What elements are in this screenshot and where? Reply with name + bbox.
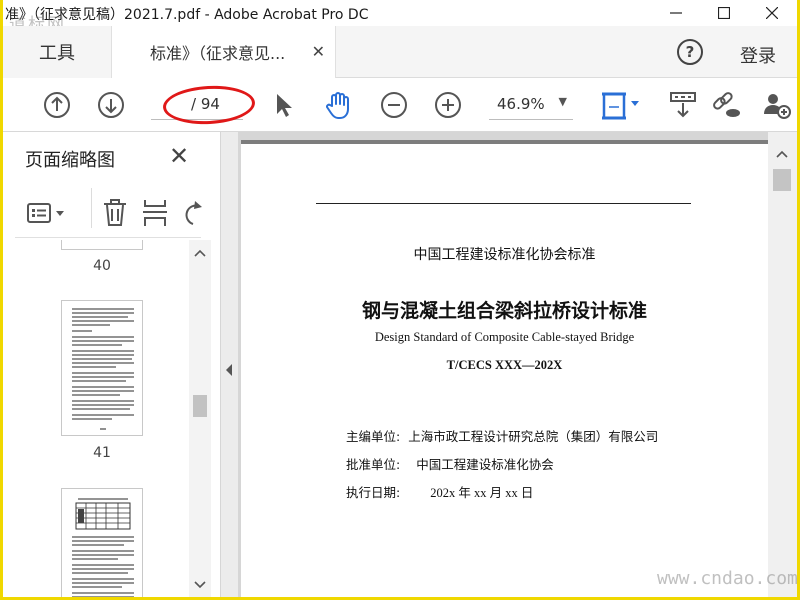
login-button[interactable]: 登录 (740, 42, 776, 68)
approver-label: 批准单位: (346, 457, 401, 472)
maximize-button[interactable] (701, 0, 747, 26)
page-number-label: 41 (93, 445, 111, 461)
zoom-in-icon (435, 92, 461, 118)
acrobat-window: 准》（征求意见稿）2021.7.pdf - Adobe Acrobat Pro … (3, 0, 797, 597)
watermark-bottom-right: www.cndao.com (657, 568, 797, 589)
standard-code: T/CECS XXX—202X (446, 358, 563, 372)
add-user-icon (764, 94, 791, 119)
panel-title: 页面缩略图 (25, 150, 115, 171)
arrow-down-circle-icon (98, 92, 124, 118)
tabs-bar: 工具 标准》（征求意见... ✕ ? 登录 (3, 26, 797, 78)
org-title: 中国工程建设标准化协会标准 (413, 247, 596, 263)
rotate-page-button[interactable] (181, 198, 203, 232)
page-thumbnail[interactable] (61, 240, 143, 250)
date-value: 202x 年 xx 月 xx 日 (430, 486, 534, 500)
pdf-page: 中国工程建设标准化协会标准 钢与混凝土组合梁斜拉桥设计标准 Design Sta… (241, 140, 768, 597)
page-split-icon (143, 200, 167, 226)
thumbnail-list: 40 41 (3, 240, 189, 597)
zoom-out-button[interactable] (377, 78, 411, 132)
thumbnail-preview (72, 308, 134, 430)
tab-document[interactable]: 标准》（征求意见... ✕ (111, 26, 336, 78)
rotate-icon (185, 201, 202, 225)
page-thumbnail[interactable] (61, 300, 143, 436)
delete-page-button[interactable] (101, 198, 129, 232)
thumbnails-panel: 页面缩略图 ✕ 40 41 (3, 132, 221, 597)
close-icon (766, 7, 778, 19)
approver-value: 中国工程建设标准化协会 (416, 457, 554, 472)
chevron-up-icon (776, 150, 788, 158)
collapse-panel-icon (226, 364, 232, 376)
panel-close-icon[interactable]: ✕ (169, 142, 189, 170)
document-scrollbar[interactable] (768, 132, 797, 597)
title-bar: 准》（征求意见稿）2021.7.pdf - Adobe Acrobat Pro … (3, 0, 797, 26)
panel-splitter[interactable] (221, 132, 238, 597)
chevron-up-icon (194, 249, 206, 257)
tab-document-label: 标准》（征求意见... (150, 44, 286, 63)
scrollbar-thumb[interactable] (773, 169, 791, 191)
date-label: 执行日期: (346, 485, 401, 500)
date-row: 执行日期: 202x 年 xx 月 xx 日 (346, 482, 533, 501)
add-user-button[interactable] (759, 78, 793, 132)
approver-row: 批准单位: 中国工程建设标准化协会 (346, 454, 554, 473)
help-button[interactable]: ? (677, 39, 703, 65)
minimize-button[interactable] (653, 0, 699, 26)
tab-close-icon[interactable]: ✕ (312, 42, 325, 61)
chevron-down-icon (194, 581, 206, 589)
hand-tool-button[interactable] (321, 78, 355, 132)
tab-tools[interactable]: 工具 (3, 26, 111, 78)
page-thumbnail[interactable] (61, 488, 143, 597)
zoom-select[interactable]: 46.9% ▼ (489, 90, 573, 120)
zoom-out-icon (381, 92, 407, 118)
hand-icon (326, 92, 349, 119)
previous-page-button[interactable] (39, 78, 75, 132)
document-view[interactable]: 中国工程建设标准化协会标准 钢与混凝土组合梁斜拉桥设计标准 Design Sta… (238, 132, 768, 597)
link-cloud-icon (713, 92, 740, 117)
page-number-label: 40 (93, 258, 111, 274)
thumbnail-options-button[interactable] (25, 200, 71, 230)
editor-label: 主编单位: (346, 429, 401, 444)
panel-toolbar (15, 188, 203, 238)
scrollbar-thumb[interactable] (193, 395, 207, 417)
trash-icon (104, 199, 126, 226)
toolbar-divider (91, 188, 92, 228)
fit-width-icon (602, 92, 639, 120)
zoom-value: 46.9% (497, 95, 545, 113)
zoom-in-button[interactable] (431, 78, 465, 132)
standard-title-en: Design Standard of Composite Cable-staye… (374, 330, 635, 344)
standard-title-cn: 钢与混凝土组合梁斜拉桥设计标准 (361, 300, 647, 322)
maximize-icon (718, 7, 730, 19)
next-page-button[interactable] (93, 78, 129, 132)
thumbnail-preview (72, 498, 134, 597)
chevron-down-icon: ▼ (558, 95, 567, 108)
header-rule (316, 203, 691, 204)
thumbnail-scrollbar[interactable] (189, 240, 211, 597)
fit-page-button[interactable] (597, 78, 647, 132)
insert-page-button[interactable] (141, 198, 169, 232)
toolbar (3, 78, 797, 132)
select-tool-button[interactable] (269, 78, 299, 132)
arrow-up-circle-icon (44, 92, 70, 118)
close-window-button[interactable] (749, 0, 795, 26)
form-fill-button[interactable] (667, 78, 699, 132)
editor-value: 上海市政工程设计研究总院（集团）有限公司 (408, 429, 659, 444)
minimize-icon (670, 12, 682, 14)
editor-row: 主编单位: 上海市政工程设计研究总院（集团）有限公司 (346, 426, 658, 445)
share-link-button[interactable] (707, 78, 743, 132)
options-menu-icon (27, 203, 64, 223)
cursor-arrow-icon (277, 94, 292, 117)
keyboard-download-icon (670, 92, 696, 118)
